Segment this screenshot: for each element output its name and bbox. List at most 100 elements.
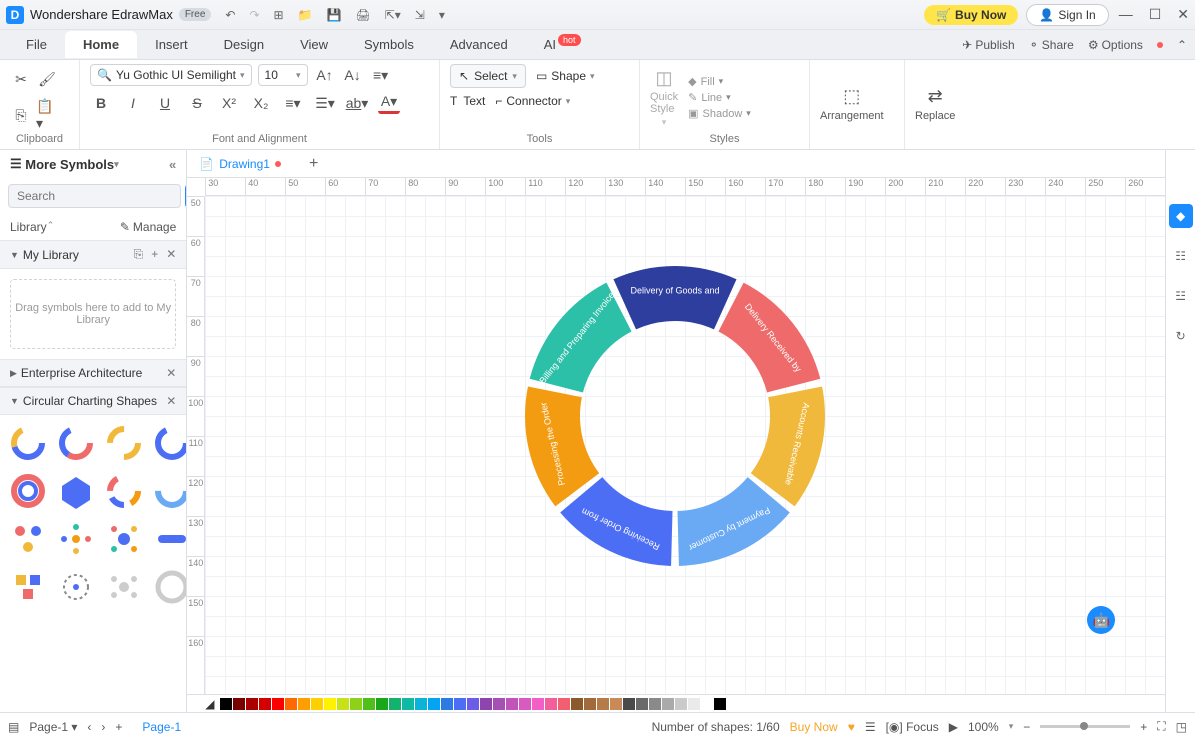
text-effects-icon[interactable]: ab▾ (346, 92, 368, 114)
library-label[interactable]: Library (10, 220, 47, 234)
import-icon[interactable]: ⇲ (415, 8, 425, 22)
color-swatch[interactable] (584, 698, 596, 710)
color-swatch[interactable] (311, 698, 323, 710)
circular-section[interactable]: ▼Circular Charting Shapes ✕ (0, 387, 186, 415)
collapse-ribbon-icon[interactable]: ⌃ (1177, 38, 1187, 52)
enterprise-section[interactable]: ▶Enterprise Architecture ✕ (0, 359, 186, 387)
color-swatch[interactable] (701, 698, 713, 710)
shape-thumb[interactable] (56, 519, 96, 559)
shape-thumb[interactable] (56, 567, 96, 607)
save-icon[interactable]: 💾 (327, 8, 342, 22)
color-swatch[interactable] (623, 698, 635, 710)
drop-zone[interactable]: Drag symbols here to add to My Library (10, 279, 176, 349)
shape-thumb[interactable] (8, 519, 48, 559)
tab-home[interactable]: Home (65, 31, 137, 58)
color-swatch[interactable] (571, 698, 583, 710)
tab-insert[interactable]: Insert (137, 31, 206, 58)
format-painter-icon[interactable]: 🖌 (36, 69, 58, 91)
undo-icon[interactable]: ↶ (225, 8, 235, 22)
paste-icon[interactable]: 📋▾ (36, 104, 58, 126)
color-swatch[interactable] (441, 698, 453, 710)
tab-view[interactable]: View (282, 31, 346, 58)
page-select[interactable]: Page-1 ▾ (29, 720, 77, 734)
zoom-in-icon[interactable]: + (1140, 720, 1147, 734)
eyedropper-icon[interactable]: ◢ (205, 697, 214, 711)
shape-thumb[interactable] (8, 471, 48, 511)
text-tool[interactable]: T Text (450, 94, 485, 108)
pages-icon[interactable]: ▤ (8, 720, 19, 734)
next-page-icon[interactable]: › (101, 720, 105, 734)
color-swatch[interactable] (376, 698, 388, 710)
color-swatch[interactable] (649, 698, 661, 710)
subscript-icon[interactable]: X₂ (250, 92, 272, 114)
color-swatch[interactable] (454, 698, 466, 710)
cut-icon[interactable]: ✂ (10, 69, 32, 91)
shape-thumb[interactable] (152, 471, 186, 511)
buy-now-status[interactable]: Buy Now (790, 720, 838, 734)
minimize-icon[interactable]: — (1119, 6, 1133, 23)
new-icon[interactable]: ⊞ (274, 8, 284, 22)
font-size-select[interactable]: 10▾ (258, 64, 308, 86)
shape-thumb[interactable] (56, 423, 96, 463)
color-swatch[interactable] (298, 698, 310, 710)
color-swatch[interactable] (402, 698, 414, 710)
zoom-value[interactable]: 100% (968, 720, 999, 734)
prev-page-icon[interactable]: ‹ (87, 720, 91, 734)
fill-button[interactable]: ◆ Fill▾ (688, 75, 751, 88)
tab-advanced[interactable]: Advanced (432, 31, 526, 58)
tab-file[interactable]: File (8, 31, 65, 58)
color-swatch[interactable] (415, 698, 427, 710)
select-tool[interactable]: ↖ Select▾ (450, 64, 526, 88)
color-swatch[interactable] (688, 698, 700, 710)
close-circular-icon[interactable]: ✕ (166, 394, 176, 408)
share-button[interactable]: ⚬ Share (1029, 38, 1074, 52)
more-symbols-label[interactable]: More Symbols (25, 157, 114, 172)
collapse-panel-icon[interactable]: « (169, 157, 176, 172)
color-swatch[interactable] (610, 698, 622, 710)
canvas[interactable]: Processing the OrderBilling and Preparin… (205, 196, 1165, 694)
shrink-font-icon[interactable]: A↓ (342, 64, 364, 86)
document-tab[interactable]: 📄 Drawing1 (191, 153, 295, 175)
zoom-slider[interactable] (1040, 725, 1130, 728)
buy-now-button[interactable]: 🛒 Buy Now (924, 5, 1018, 25)
close-enterprise-icon[interactable]: ✕ (166, 366, 176, 380)
color-swatch[interactable] (428, 698, 440, 710)
superscript-icon[interactable]: X² (218, 92, 240, 114)
color-swatch[interactable] (285, 698, 297, 710)
copy-icon[interactable]: ⎘ (10, 104, 32, 126)
maximize-icon[interactable]: ☐ (1149, 6, 1162, 23)
color-swatch[interactable] (480, 698, 492, 710)
line-spacing-icon[interactable]: ≡▾ (282, 92, 304, 114)
focus-button[interactable]: [◉] Focus (886, 720, 939, 734)
qat-more-icon[interactable]: ▾ (439, 8, 445, 22)
color-swatch[interactable] (675, 698, 687, 710)
shape-thumb[interactable] (152, 567, 186, 607)
color-swatch[interactable] (714, 698, 726, 710)
color-swatch[interactable] (597, 698, 609, 710)
connector-tool[interactable]: ⌐ Connector▾ (495, 94, 570, 108)
italic-icon[interactable]: I (122, 92, 144, 114)
color-swatch[interactable] (337, 698, 349, 710)
color-swatch[interactable] (532, 698, 544, 710)
shape-thumb[interactable] (104, 519, 144, 559)
bullets-icon[interactable]: ☰▾ (314, 92, 336, 114)
open-icon[interactable]: 📁 (298, 8, 313, 22)
tab-design[interactable]: Design (206, 31, 282, 58)
align-icon[interactable]: ≡▾ (370, 64, 392, 86)
quick-style-button[interactable]: ◫ QuickStyle▾ (650, 67, 678, 128)
strike-icon[interactable]: S (186, 92, 208, 114)
color-swatch[interactable] (246, 698, 258, 710)
color-swatch[interactable] (324, 698, 336, 710)
color-swatch[interactable] (636, 698, 648, 710)
close-section-icon[interactable]: ✕ (166, 247, 176, 262)
print-icon[interactable]: 🖨 (355, 8, 370, 22)
history-panel-icon[interactable]: ↻ (1169, 324, 1193, 348)
close-icon[interactable]: ✕ (1177, 6, 1189, 23)
color-swatch[interactable] (467, 698, 479, 710)
fullscreen-icon[interactable]: ◳ (1176, 720, 1187, 734)
fit-icon[interactable]: ⛶ (1157, 719, 1165, 734)
shape-thumb[interactable] (8, 423, 48, 463)
zoom-out-icon[interactable]: − (1023, 720, 1030, 734)
color-swatch[interactable] (259, 698, 271, 710)
line-button[interactable]: ✎ Line▾ (688, 91, 751, 104)
